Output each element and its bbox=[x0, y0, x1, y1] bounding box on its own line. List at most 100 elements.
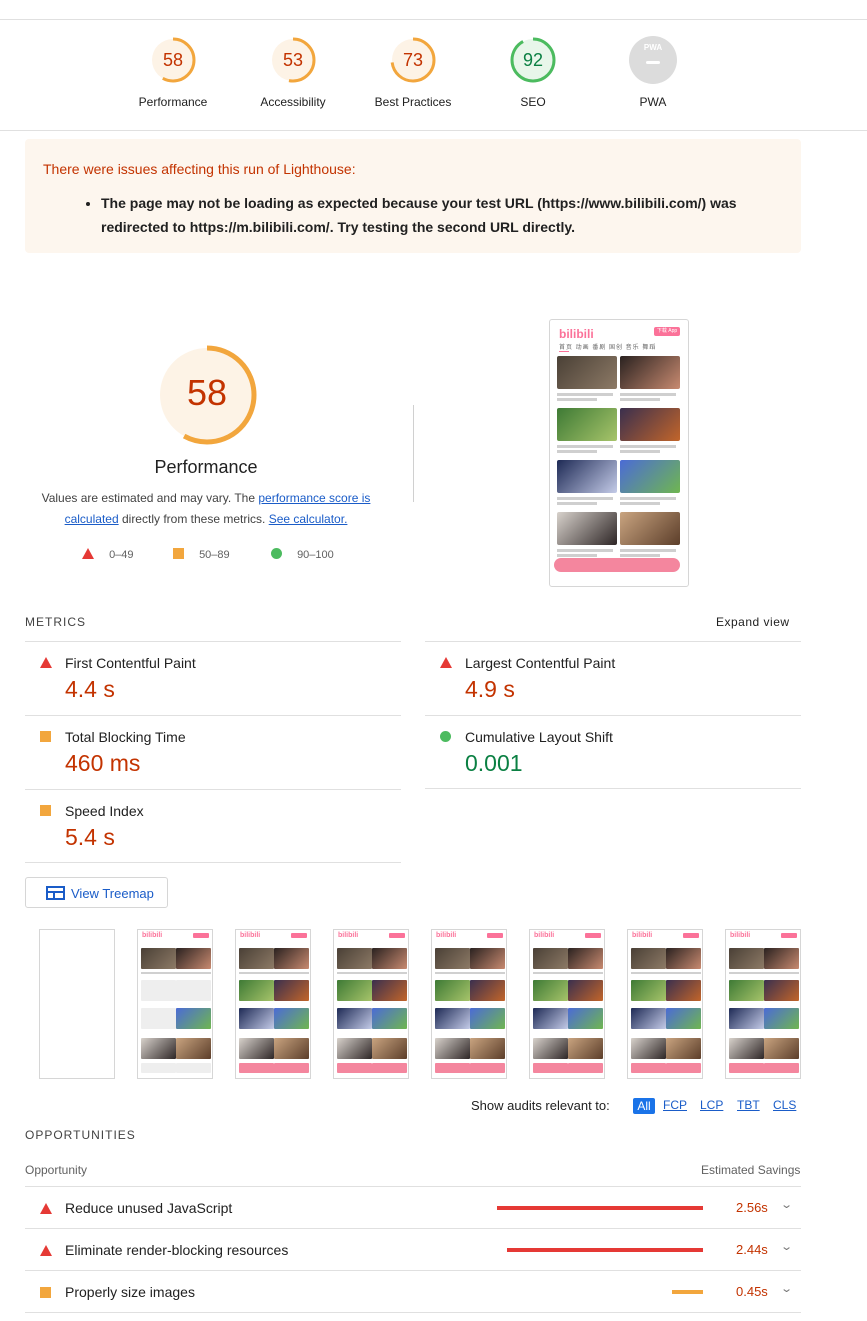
video-caption bbox=[557, 495, 617, 507]
filter-fcp[interactable]: FCP bbox=[663, 1098, 687, 1112]
frame-caption bbox=[337, 972, 372, 974]
final-screenshot[interactable]: bilibili 下载 App 首页 动画 番剧 国创 音乐 舞蹈 bbox=[549, 319, 689, 587]
gauge-ring: 92 bbox=[508, 35, 558, 85]
savings-value: 0.45s bbox=[736, 1284, 768, 1299]
frame-thumbnail bbox=[729, 1008, 764, 1029]
chevron-down-icon[interactable]: ⌄ bbox=[780, 1282, 793, 1295]
opportunity-row[interactable]: Eliminate render-blocking resources 2.44… bbox=[25, 1228, 801, 1270]
gauge-accessibility[interactable]: 53 Accessibility bbox=[233, 35, 353, 109]
warning-title: There were issues affecting this run of … bbox=[43, 161, 356, 177]
frame-download-button bbox=[487, 933, 503, 938]
frame-thumbnail bbox=[435, 1008, 470, 1029]
frame-download-button bbox=[193, 933, 209, 938]
metric-value: 4.4 s bbox=[65, 676, 115, 702]
filter-tbt[interactable]: TBT bbox=[737, 1098, 760, 1112]
frame-thumbnail bbox=[666, 948, 701, 969]
desc-text: Values are estimated and may vary. The bbox=[41, 491, 259, 505]
frame-caption bbox=[666, 972, 701, 974]
frame-caption bbox=[533, 972, 568, 974]
frame-open-app-banner bbox=[435, 1067, 503, 1073]
video-caption bbox=[557, 391, 617, 403]
video-thumbnail bbox=[620, 408, 680, 441]
filmstrip-frame: bilibili bbox=[725, 929, 801, 1079]
average-square-icon bbox=[40, 731, 51, 742]
open-app-banner bbox=[554, 558, 680, 572]
gauge-ring: 58 bbox=[148, 35, 198, 85]
runtime-warning: There were issues affecting this run of … bbox=[25, 139, 801, 253]
filmstrip-frame: bilibili bbox=[333, 929, 409, 1079]
opportunity-column-header: Opportunity bbox=[25, 1163, 88, 1177]
fail-triangle-icon bbox=[40, 1245, 52, 1256]
video-thumbnail bbox=[557, 460, 617, 493]
gauge-performance[interactable]: 58 Performance bbox=[113, 35, 233, 109]
gauge-seo[interactable]: 92 SEO bbox=[473, 35, 593, 109]
savings-bar bbox=[497, 1206, 703, 1210]
frame-thumbnail bbox=[764, 1008, 799, 1029]
frame-thumbnail bbox=[274, 980, 309, 1001]
warning-list: The page may not be loading as expected … bbox=[43, 191, 783, 239]
frame-thumbnail bbox=[274, 1038, 309, 1059]
frame-thumbnail bbox=[764, 948, 799, 969]
filmstrip-frame: bilibili bbox=[137, 929, 213, 1079]
filter-lcp[interactable]: LCP bbox=[700, 1098, 723, 1112]
frame-caption bbox=[729, 972, 764, 974]
legend-average: 50–89 bbox=[173, 548, 230, 561]
savings-value: 2.56s bbox=[736, 1200, 768, 1215]
treemap-icon bbox=[46, 886, 65, 900]
chevron-down-icon[interactable]: ⌄ bbox=[780, 1240, 793, 1253]
frame-thumbnail bbox=[274, 1008, 309, 1029]
bilibili-logo: bilibili bbox=[559, 327, 594, 341]
frame-thumbnail bbox=[764, 1038, 799, 1059]
pwa-dash bbox=[646, 61, 660, 64]
gauge-label: Best Practices bbox=[374, 95, 452, 109]
opportunity-row[interactable]: Reduce unused JavaScript 2.56s ⌄ bbox=[25, 1186, 801, 1228]
frame-thumbnail bbox=[176, 1008, 211, 1029]
see-calculator-link[interactable]: See calculator. bbox=[269, 512, 348, 526]
gauge-label: Performance bbox=[138, 95, 208, 109]
frame-logo: bilibili bbox=[240, 932, 261, 939]
metric-lcp: Largest Contentful Paint 4.9 s bbox=[425, 641, 801, 715]
filmstrip-frame-blank bbox=[39, 929, 115, 1079]
frame-caption bbox=[274, 972, 309, 974]
top-divider bbox=[0, 0, 867, 20]
frame-caption bbox=[372, 972, 407, 974]
legend-label: 90–100 bbox=[297, 549, 334, 561]
fail-triangle-icon bbox=[40, 657, 52, 668]
frame-thumbnail bbox=[729, 948, 764, 969]
metric-speed-index: Speed Index 5.4 s bbox=[25, 789, 401, 863]
view-treemap-button[interactable]: View Treemap bbox=[25, 877, 168, 908]
frame-thumbnail bbox=[239, 1038, 274, 1059]
filmstrip-frame: bilibili bbox=[529, 929, 605, 1079]
frame-thumbnail bbox=[372, 1008, 407, 1029]
savings-bar bbox=[507, 1248, 703, 1252]
frame-logo: bilibili bbox=[436, 932, 457, 939]
frame-thumbnail bbox=[176, 1038, 211, 1059]
metrics-bottom-divider bbox=[25, 862, 401, 863]
gauge-pwa[interactable]: PWA PWA bbox=[593, 35, 713, 109]
gauge-best-practices[interactable]: 73 Best Practices bbox=[353, 35, 473, 109]
frame-logo: bilibili bbox=[632, 932, 653, 939]
frame-logo: bilibili bbox=[338, 932, 359, 939]
frame-thumbnail bbox=[372, 1038, 407, 1059]
frame-thumbnail bbox=[470, 948, 505, 969]
filter-cls[interactable]: CLS bbox=[773, 1098, 796, 1112]
pwa-badge-icon: PWA bbox=[629, 36, 677, 84]
frame-placeholder bbox=[141, 980, 176, 1001]
square-icon bbox=[173, 548, 184, 559]
opportunity-title: Properly size images bbox=[65, 1284, 195, 1300]
video-thumbnail bbox=[620, 512, 680, 545]
frame-logo: bilibili bbox=[534, 932, 555, 939]
opportunity-row[interactable]: Properly size images 0.45s ⌄ bbox=[25, 1270, 801, 1312]
frame-thumbnail bbox=[372, 948, 407, 969]
frame-thumbnail bbox=[764, 980, 799, 1001]
metric-value: 0.001 bbox=[465, 750, 523, 776]
expand-view-toggle[interactable]: Expand view bbox=[716, 615, 790, 629]
frame-thumbnail bbox=[533, 1038, 568, 1059]
chevron-down-icon[interactable]: ⌄ bbox=[780, 1198, 793, 1211]
gauge-label: SEO bbox=[520, 95, 546, 109]
filter-all[interactable]: All bbox=[633, 1098, 655, 1114]
frame-thumbnail bbox=[372, 980, 407, 1001]
frame-thumbnail bbox=[470, 1038, 505, 1059]
frame-open-app-banner bbox=[239, 1067, 307, 1073]
performance-score: 58 bbox=[186, 372, 228, 413]
